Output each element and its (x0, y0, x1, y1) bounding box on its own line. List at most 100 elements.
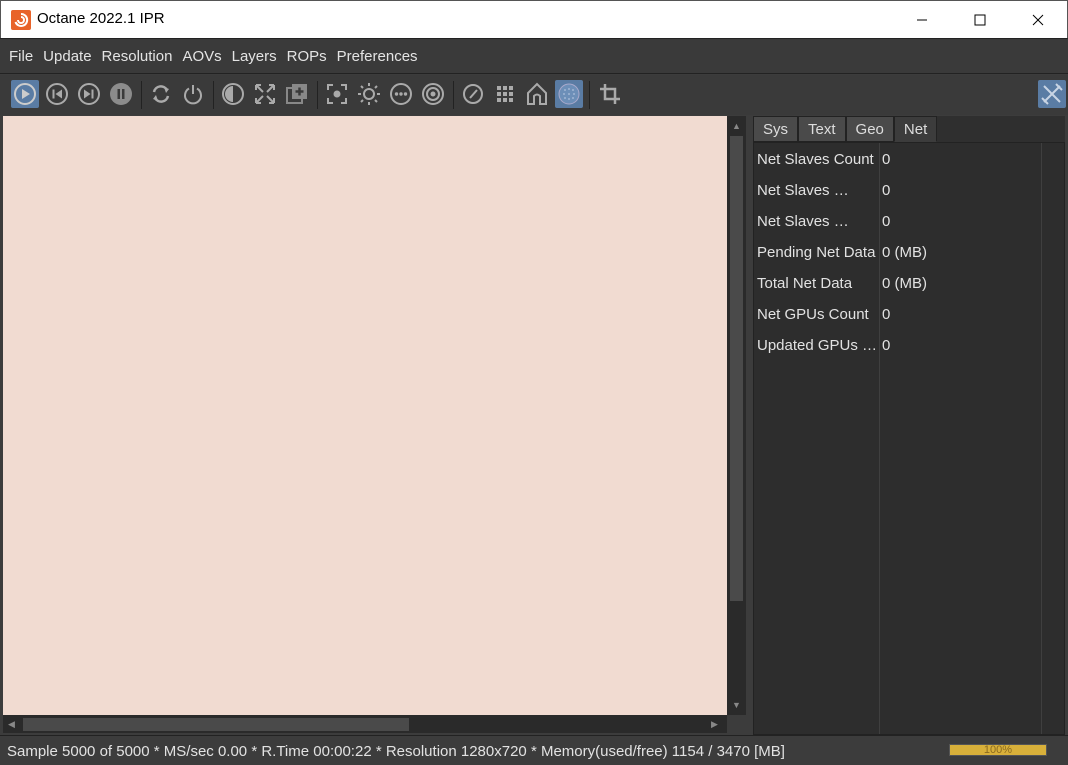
crop-button[interactable] (596, 80, 624, 108)
stats-row: Net GPUs Count 0 (754, 299, 1066, 330)
sun-button[interactable] (355, 80, 383, 108)
gauge-button[interactable] (459, 80, 487, 108)
focus-button[interactable] (323, 80, 351, 108)
minimize-icon (917, 19, 927, 21)
horizontal-scrollbar[interactable]: ◀ ▶ (3, 715, 727, 733)
horizontal-scroll-thumb[interactable] (23, 718, 409, 731)
target-icon (422, 83, 444, 105)
sphere-icon (558, 83, 580, 105)
gauge-icon (463, 84, 483, 104)
menu-file[interactable]: File (4, 48, 38, 65)
window-title: Octane 2022.1 IPR (37, 10, 165, 27)
refresh-icon (152, 85, 170, 103)
menu-aovs[interactable]: AOVs (177, 48, 226, 65)
stats-tabs: Sys Text Geo Net (753, 116, 938, 142)
menu-layers[interactable]: Layers (227, 48, 282, 65)
houdini-logo-icon (11, 10, 31, 30)
stat-key: Total Net Data (757, 275, 853, 292)
scroll-right-icon[interactable]: ▶ (711, 719, 718, 729)
menu-bar: File Update Resolution AOVs Layers ROPs … (0, 38, 1068, 74)
play-icon (14, 83, 36, 105)
crop-icon (600, 84, 620, 104)
tools-icon (1041, 83, 1063, 105)
stat-key: Net Slaves … (757, 182, 849, 199)
render-progress-bar: 100% (949, 744, 1047, 756)
tab-sys[interactable]: Sys (753, 116, 799, 142)
scroll-left-icon[interactable]: ◀ (8, 719, 15, 729)
stat-value: 0 (882, 213, 891, 230)
sun-icon (358, 83, 380, 105)
menu-resolution[interactable]: Resolution (97, 48, 178, 65)
progress-label: 100% (983, 744, 1013, 756)
scroll-up-icon[interactable]: ▲ (732, 121, 741, 131)
stat-value: 0 (882, 337, 891, 354)
add-layer-button[interactable] (283, 80, 311, 108)
stats-row: Updated GPUs … 0 (754, 330, 1066, 361)
vertical-scroll-thumb[interactable] (730, 136, 743, 601)
expand-button[interactable] (251, 80, 279, 108)
grid-icon (497, 86, 513, 102)
target-button[interactable] (419, 80, 447, 108)
home-icon (527, 82, 547, 105)
toolbar (0, 75, 1068, 115)
tab-text[interactable]: Text (798, 116, 846, 142)
grid-button[interactable] (491, 80, 519, 108)
render-viewport[interactable] (3, 116, 727, 715)
toolbar-separator (589, 81, 590, 109)
refresh-button[interactable] (147, 80, 175, 108)
menu-update[interactable]: Update (38, 48, 96, 65)
stats-row: Net Slaves … 0 (754, 175, 1066, 206)
stat-key: Net Slaves Count (757, 151, 874, 168)
pause-icon (110, 83, 132, 105)
more-button[interactable] (387, 80, 415, 108)
scroll-down-icon[interactable]: ▼ (732, 700, 741, 710)
stats-row: Net Slaves Count 0 (754, 144, 1066, 175)
minimize-button[interactable] (893, 1, 951, 39)
stats-panel: Sys Text Geo Net Net Slaves Count 0 Net … (753, 116, 1065, 735)
maximize-button[interactable] (951, 1, 1009, 39)
skip-back-icon (46, 83, 68, 105)
expand-icon (255, 84, 275, 104)
stats-row: Net Slaves … 0 (754, 206, 1066, 237)
close-icon (1032, 14, 1044, 26)
more-icon (390, 83, 412, 105)
add-layer-icon (286, 84, 307, 104)
tools-button[interactable] (1038, 80, 1066, 108)
stat-value: 0 (882, 182, 891, 199)
skip-forward-icon (78, 83, 100, 105)
skip-forward-button[interactable] (75, 80, 103, 108)
stat-value: 0 (882, 306, 891, 323)
contrast-button[interactable] (219, 80, 247, 108)
tab-geo[interactable]: Geo (845, 116, 894, 142)
stat-key: Net Slaves … (757, 213, 849, 230)
stat-value: 0 (MB) (882, 244, 927, 261)
vertical-scrollbar[interactable]: ▲ ▼ (727, 116, 746, 715)
power-button[interactable] (179, 80, 207, 108)
power-icon (184, 85, 202, 105)
toolbar-separator (213, 81, 214, 109)
tab-net[interactable]: Net (893, 116, 938, 142)
home-button[interactable] (523, 80, 551, 108)
stats-row: Pending Net Data 0 (MB) (754, 237, 1066, 268)
sphere-button[interactable] (555, 80, 583, 108)
stat-value: 0 (MB) (882, 275, 927, 292)
close-button[interactable] (1009, 1, 1067, 39)
menu-rops[interactable]: ROPs (282, 48, 332, 65)
render-status-text: Sample 5000 of 5000 * MS/sec 0.00 * R.Ti… (7, 743, 785, 760)
title-bar: Octane 2022.1 IPR (0, 0, 1068, 38)
focus-icon (327, 84, 347, 104)
play-button[interactable] (11, 80, 39, 108)
toolbar-separator (453, 81, 454, 109)
toolbar-separator (317, 81, 318, 109)
toolbar-separator (141, 81, 142, 109)
menu-preferences[interactable]: Preferences (332, 48, 423, 65)
status-bar: Sample 5000 of 5000 * MS/sec 0.00 * R.Ti… (0, 735, 1068, 765)
stat-value: 0 (882, 151, 891, 168)
pause-button[interactable] (107, 80, 135, 108)
stats-table: Net Slaves Count 0 Net Slaves … 0 Net Sl… (753, 142, 1065, 735)
maximize-icon (974, 14, 986, 26)
stat-key: Updated GPUs … (757, 337, 877, 354)
stat-key: Net GPUs Count (757, 306, 869, 323)
stats-row: Total Net Data 0 (MB) (754, 268, 1066, 299)
skip-back-button[interactable] (43, 80, 71, 108)
